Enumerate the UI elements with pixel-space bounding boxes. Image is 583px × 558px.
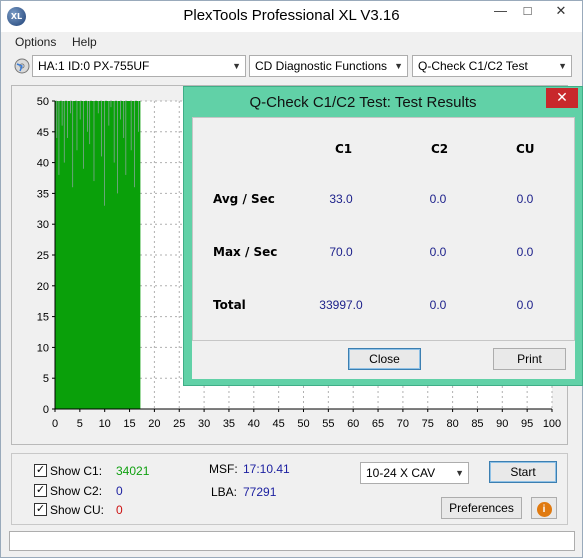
c1-bar <box>138 101 141 409</box>
x-tick-label: 60 <box>347 418 359 430</box>
x-tick-label: 100 <box>543 418 561 430</box>
x-tick-label: 65 <box>372 418 384 430</box>
results-table: C1 C2 CU Avg / Sec 33.0 0.0 0.0 Max / Se… <box>192 117 575 341</box>
column-header-c2: C2 <box>431 142 449 156</box>
speed-select-value: 10-24 X CAV <box>366 466 436 480</box>
show-cu-label: Show CU: <box>50 503 105 517</box>
x-tick-label: 90 <box>496 418 508 430</box>
title-bar: XL PlexTools Professional XL V3.16 — □ ✕ <box>1 1 582 32</box>
menu-help[interactable]: Help <box>72 35 97 49</box>
avg-c1-value: 33.0 <box>329 192 353 206</box>
c1-count: 34021 <box>116 464 150 478</box>
lba-value: 77291 <box>243 485 277 499</box>
show-c2-checkbox[interactable]: ✓ <box>34 484 47 497</box>
menu-bar: Options Help <box>1 32 582 53</box>
drive-select[interactable]: HA:1 ID:0 PX-755UF ▼ <box>32 55 246 77</box>
c2-count: 0 <box>116 484 123 498</box>
msf-label: MSF: <box>209 462 238 476</box>
preferences-button[interactable]: Preferences <box>441 497 522 519</box>
results-dialog: Q-Check C1/C2 Test: Test Results ✕ C1 C2… <box>183 86 583 386</box>
x-tick-label: 25 <box>173 418 185 430</box>
disc-drive-icon <box>14 58 30 74</box>
show-cu-checkbox[interactable]: ✓ <box>34 503 47 516</box>
dialog-title: Q-Check C1/C2 Test: Test Results <box>249 94 477 111</box>
y-tick-label: 5 <box>43 373 49 385</box>
row-label-max: Max / Sec <box>213 245 278 259</box>
dialog-body: C1 C2 CU Avg / Sec 33.0 0.0 0.0 Max / Se… <box>192 117 575 379</box>
x-tick-label: 15 <box>123 418 135 430</box>
total-c2-value: 0.0 <box>429 298 447 312</box>
max-c1-value: 70.0 <box>329 245 353 259</box>
function-select[interactable]: CD Diagnostic Functions ▼ <box>249 55 408 77</box>
start-button[interactable]: Start <box>489 461 557 483</box>
x-tick-label: 55 <box>322 418 334 430</box>
column-header-c1: C1 <box>335 142 353 156</box>
toolbar: HA:1 ID:0 PX-755UF ▼ CD Diagnostic Funct… <box>1 53 582 80</box>
x-tick-label: 5 <box>77 418 83 430</box>
x-tick-label: 75 <box>422 418 434 430</box>
x-tick-label: 45 <box>273 418 285 430</box>
row-label-avg: Avg / Sec <box>213 192 275 206</box>
print-button[interactable]: Print <box>493 348 566 370</box>
status-panel: ✓ Show C1: 34021 ✓ Show C2: 0 ✓ Show CU:… <box>11 453 568 525</box>
y-tick-label: 30 <box>37 219 49 231</box>
avg-c2-value: 0.0 <box>429 192 447 206</box>
total-cu-value: 0.0 <box>516 298 534 312</box>
x-tick-label: 40 <box>248 418 260 430</box>
maximize-button[interactable]: □ <box>514 1 541 22</box>
chevron-down-icon: ▼ <box>394 61 403 71</box>
total-c1-value: 33997.0 <box>319 298 363 312</box>
x-tick-label: 30 <box>198 418 210 430</box>
show-c1-label: Show C1: <box>50 464 103 478</box>
show-c1-checkbox[interactable]: ✓ <box>34 464 47 477</box>
max-c2-value: 0.0 <box>429 245 447 259</box>
cu-count: 0 <box>116 503 123 517</box>
y-tick-label: 25 <box>37 250 49 262</box>
y-tick-label: 10 <box>37 342 49 354</box>
max-cu-value: 0.0 <box>516 245 534 259</box>
x-tick-label: 95 <box>521 418 533 430</box>
show-c2-label: Show C2: <box>50 484 103 498</box>
speed-select[interactable]: 10-24 X CAV ▼ <box>360 462 469 484</box>
info-icon: i <box>536 502 552 517</box>
status-bar <box>9 531 575 551</box>
y-tick-label: 50 <box>37 96 49 108</box>
x-tick-label: 80 <box>446 418 458 430</box>
app-window: XL PlexTools Professional XL V3.16 — □ ✕… <box>0 0 583 558</box>
chevron-down-icon: ▼ <box>232 61 241 71</box>
x-tick-label: 0 <box>52 418 58 430</box>
test-select-value: Q-Check C1/C2 Test <box>418 59 528 73</box>
y-tick-label: 35 <box>37 188 49 200</box>
x-tick-label: 85 <box>471 418 483 430</box>
x-tick-label: 50 <box>297 418 309 430</box>
msf-value: 17:10.41 <box>243 462 290 476</box>
menu-options[interactable]: Options <box>15 35 56 49</box>
close-button[interactable]: Close <box>348 348 421 370</box>
y-tick-label: 40 <box>37 158 49 170</box>
test-select[interactable]: Q-Check C1/C2 Test ▼ <box>412 55 572 77</box>
y-tick-label: 20 <box>37 281 49 293</box>
avg-cu-value: 0.0 <box>516 192 534 206</box>
chevron-down-icon: ▼ <box>558 61 567 71</box>
y-tick-label: 0 <box>43 404 49 416</box>
column-header-cu: CU <box>516 142 535 156</box>
minimize-button[interactable]: — <box>487 1 514 22</box>
window-close-button[interactable]: ✕ <box>542 1 580 22</box>
function-select-value: CD Diagnostic Functions <box>255 59 388 73</box>
x-tick-label: 20 <box>148 418 160 430</box>
info-button[interactable]: i <box>531 497 557 519</box>
x-tick-label: 35 <box>223 418 235 430</box>
y-tick-label: 45 <box>37 127 49 139</box>
chevron-down-icon: ▼ <box>455 468 464 478</box>
dialog-close-icon[interactable]: ✕ <box>546 88 578 108</box>
x-tick-label: 70 <box>397 418 409 430</box>
row-label-total: Total <box>213 298 246 312</box>
drive-select-value: HA:1 ID:0 PX-755UF <box>38 59 150 73</box>
lba-label: LBA: <box>211 485 238 499</box>
y-tick-label: 15 <box>37 312 49 324</box>
x-tick-label: 10 <box>99 418 111 430</box>
